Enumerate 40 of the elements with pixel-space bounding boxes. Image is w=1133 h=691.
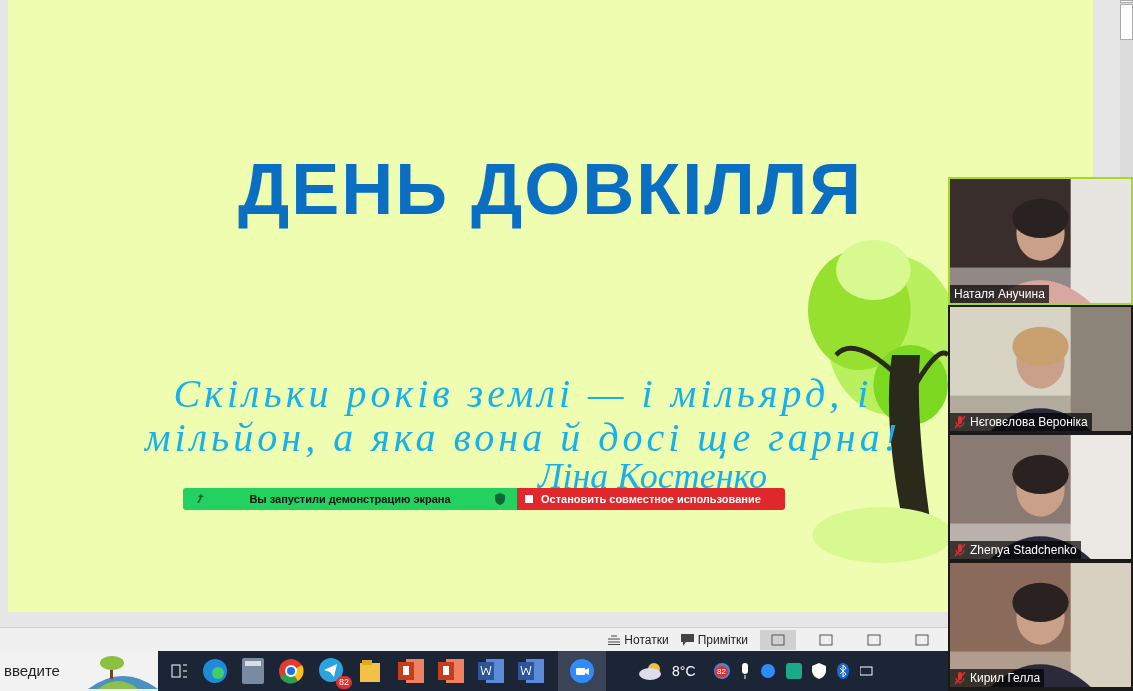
microphone-icon[interactable] xyxy=(739,663,750,679)
shield-icon xyxy=(495,493,505,505)
browser-icon[interactable] xyxy=(202,658,228,684)
comments-button[interactable]: Примітки xyxy=(680,630,748,649)
calculator-icon[interactable] xyxy=(242,658,264,684)
zoom-tray-icon[interactable] xyxy=(759,663,776,679)
weather-icon xyxy=(638,662,664,680)
participant-name: Zhenya Stadchenko xyxy=(970,542,1077,559)
landscape-icon xyxy=(88,653,158,689)
slide-title: ДЕНЬ ДОВКІЛЛЯ xyxy=(236,148,865,231)
stop-sharing-button[interactable]: Остановить совместное использование xyxy=(517,488,785,510)
search-field[interactable]: введите xyxy=(0,651,158,691)
muted-mic-icon xyxy=(954,415,966,429)
normal-view-button[interactable] xyxy=(760,629,796,650)
powerpoint-icon[interactable] xyxy=(438,659,464,683)
share-status-text: Вы запустили демонстрацию экрана xyxy=(248,491,452,507)
muted-mic-icon xyxy=(954,543,966,557)
notification-badge: 82 xyxy=(336,676,352,689)
notes-icon xyxy=(608,634,621,645)
stop-icon xyxy=(525,495,533,503)
network-icon[interactable] xyxy=(859,664,876,678)
arrow-icon xyxy=(195,494,205,504)
powerpoint-icon[interactable] xyxy=(398,659,424,683)
participant-name: Наталя Анучина xyxy=(954,286,1045,303)
muted-mic-icon xyxy=(954,671,966,685)
word-icon[interactable] xyxy=(478,659,504,683)
comment-icon xyxy=(680,633,694,646)
word-icon[interactable] xyxy=(518,659,544,683)
app-tray-icon[interactable] xyxy=(785,663,802,679)
participant-name: Кирил Гелла xyxy=(970,670,1041,687)
shield-icon[interactable] xyxy=(811,663,826,679)
temperature: 8°C xyxy=(672,661,696,681)
zoom-taskbar-button[interactable] xyxy=(558,651,606,691)
zoom-icon xyxy=(569,658,595,684)
task-view-icon[interactable] xyxy=(170,663,188,679)
notes-button[interactable]: Нотатки xyxy=(608,630,669,649)
bluetooth-icon[interactable] xyxy=(835,663,850,679)
notification-badge[interactable]: 82 xyxy=(713,663,730,679)
participant-name: Нєговєлова Вероніка xyxy=(970,414,1088,431)
chrome-icon[interactable] xyxy=(278,658,304,684)
